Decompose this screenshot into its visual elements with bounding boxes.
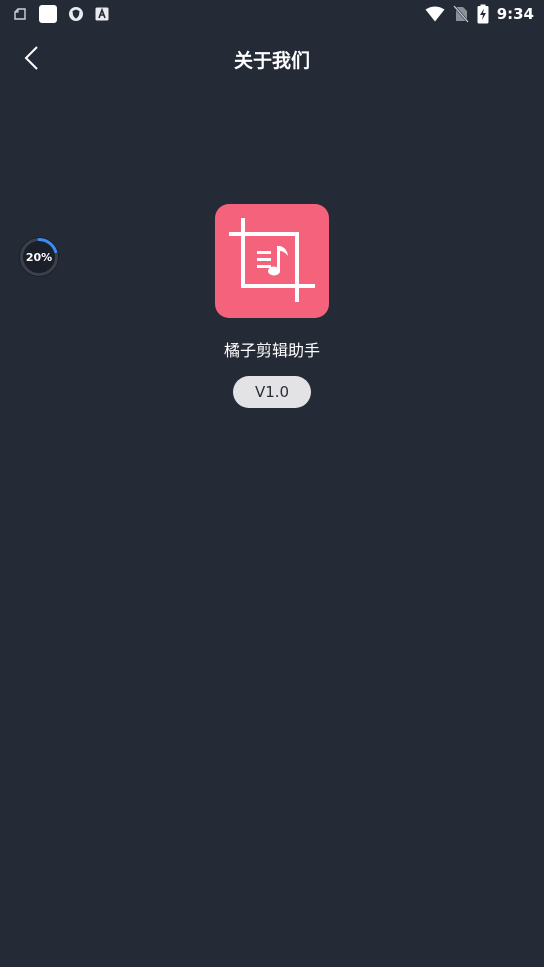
shield-icon xyxy=(68,6,84,22)
crop-music-icon xyxy=(229,218,315,302)
wifi-icon xyxy=(425,6,445,22)
page-title: 关于我们 xyxy=(233,50,310,72)
status-bar: 9:34 xyxy=(0,0,544,28)
a-box-icon xyxy=(94,6,110,22)
progress-badge[interactable]: 20% xyxy=(17,235,61,279)
status-bar-right-icons: 9:34 xyxy=(425,4,534,24)
no-sim-icon xyxy=(452,5,469,23)
progress-label: 20% xyxy=(25,250,53,264)
battery-charging-icon xyxy=(477,4,489,24)
app-logo xyxy=(215,204,329,318)
screenshot-icon xyxy=(12,6,28,22)
top-app-bar: 关于我们 xyxy=(0,36,544,84)
app-name: 橘子剪辑助手 xyxy=(223,341,320,360)
square-notification-icon xyxy=(38,4,58,24)
version-badge: V1.0 xyxy=(233,376,311,408)
status-bar-left-icons xyxy=(12,4,110,24)
status-time: 9:34 xyxy=(496,5,534,23)
